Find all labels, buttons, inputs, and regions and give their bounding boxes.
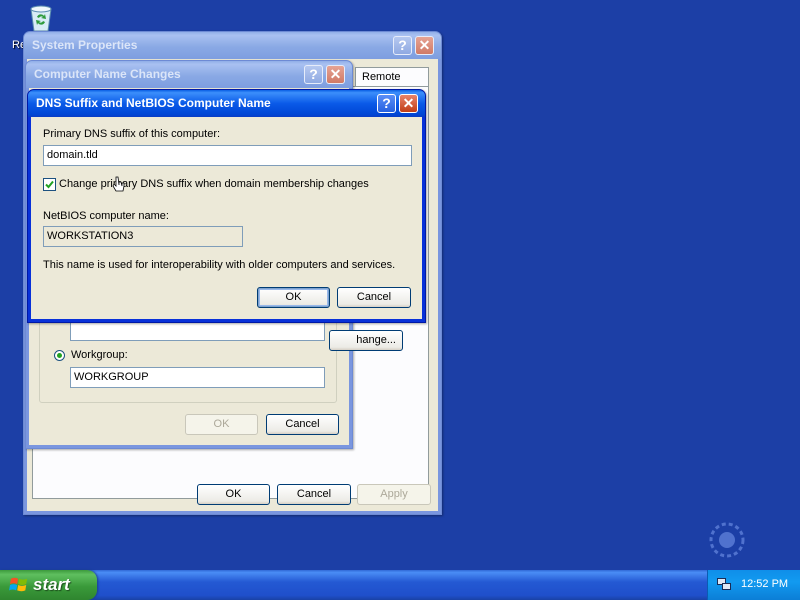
workgroup-input[interactable]: WORKGROUP (70, 367, 325, 388)
dns-suffix-dialog: DNS Suffix and NetBIOS Computer Name ? ✕… (27, 89, 426, 323)
ok-button[interactable]: OK (185, 414, 258, 435)
start-button[interactable]: start (0, 570, 97, 600)
ok-button[interactable]: OK (257, 287, 330, 308)
cancel-button[interactable]: Cancel (277, 484, 351, 505)
watermark-logo-icon (709, 522, 745, 558)
info-text: This name is used for interoperability w… (43, 259, 396, 271)
close-button[interactable]: ✕ (326, 65, 345, 84)
computer-name-changes-titlebar[interactable]: Computer Name Changes ? ✕ (26, 61, 352, 88)
cancel-button[interactable]: Cancel (337, 287, 411, 308)
help-button[interactable]: ? (393, 36, 412, 55)
domain-input[interactable] (70, 320, 325, 341)
start-label: start (33, 575, 70, 594)
cancel-button[interactable]: Cancel (266, 414, 339, 435)
more-button[interactable]: hange... (329, 330, 403, 351)
workgroup-radio[interactable] (54, 350, 65, 361)
change-dns-label: Change primary DNS suffix when domain me… (59, 178, 369, 190)
checkmark-icon (45, 180, 54, 189)
mouse-cursor-icon (112, 176, 125, 192)
dns-suffix-title: DNS Suffix and NetBIOS Computer Name (36, 96, 271, 110)
tab-remote[interactable]: Remote (355, 67, 429, 86)
computer-name-changes-title: Computer Name Changes (34, 67, 181, 81)
system-tray: 12:52 PM (707, 570, 800, 600)
primary-dns-input[interactable]: domain.tld (43, 145, 412, 166)
close-button[interactable]: ✕ (399, 94, 418, 113)
apply-button[interactable]: Apply (357, 484, 431, 505)
clock[interactable]: 12:52 PM (741, 578, 788, 590)
netbios-label: NetBIOS computer name: (43, 210, 169, 222)
windows-flag-icon (9, 577, 28, 592)
taskbar: start 12:52 PM (0, 570, 800, 600)
recycle-bin-icon (30, 5, 52, 32)
help-button[interactable]: ? (377, 94, 396, 113)
system-properties-title: System Properties (32, 38, 138, 52)
close-button[interactable]: ✕ (415, 36, 434, 55)
dns-suffix-client: Primary DNS suffix of this computer: dom… (31, 117, 422, 319)
primary-dns-label: Primary DNS suffix of this computer: (43, 128, 221, 140)
netbios-field: WORKSTATION3 (43, 226, 243, 247)
ok-button[interactable]: OK (197, 484, 270, 505)
help-button[interactable]: ? (304, 65, 323, 84)
workgroup-label: Workgroup: (71, 349, 128, 361)
network-icon[interactable] (717, 578, 731, 591)
system-properties-titlebar[interactable]: System Properties ? ✕ (24, 32, 441, 59)
dns-suffix-titlebar[interactable]: DNS Suffix and NetBIOS Computer Name ? ✕ (28, 90, 425, 117)
change-dns-checkbox[interactable] (43, 178, 56, 191)
